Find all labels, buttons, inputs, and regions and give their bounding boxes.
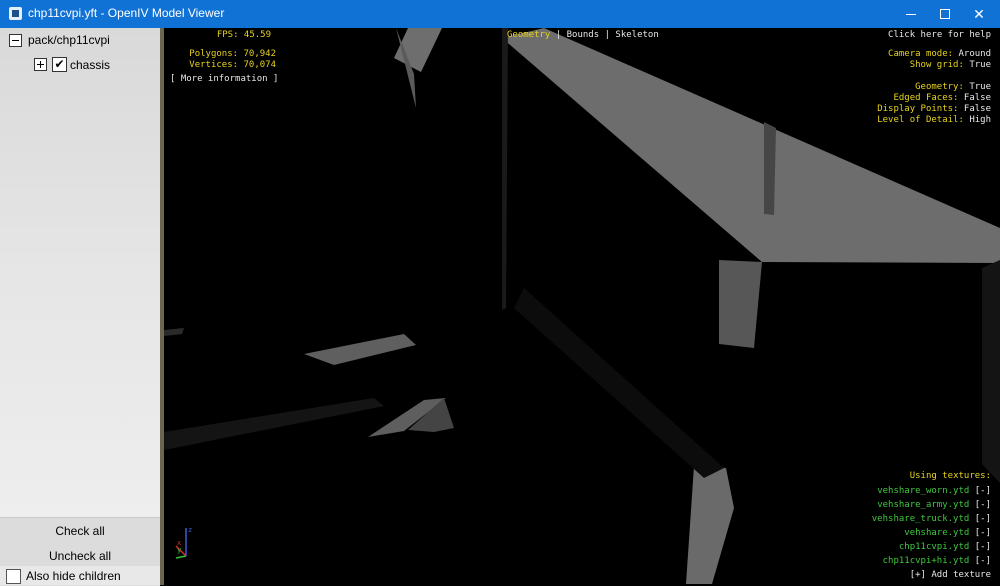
mesh-face bbox=[764, 122, 776, 215]
mesh-face bbox=[719, 260, 762, 348]
svg-text:z: z bbox=[188, 526, 192, 534]
mesh-face bbox=[304, 334, 416, 365]
level-of-detail-label: Level of Detail: bbox=[877, 115, 964, 125]
texture-item: chp11cvpi+hi.ytd [-] bbox=[764, 556, 991, 566]
tab-separator: | bbox=[604, 30, 610, 40]
more-information-link[interactable]: [ More information ] bbox=[170, 74, 278, 84]
help-link[interactable]: Click here for help bbox=[764, 30, 991, 40]
maximize-button[interactable] bbox=[928, 0, 962, 28]
remove-texture-button[interactable]: [-] bbox=[975, 486, 991, 496]
edged-faces-value[interactable]: False bbox=[964, 93, 991, 103]
edged-faces-setting[interactable]: Edged Faces: False bbox=[764, 93, 991, 103]
texture-item: vehshare_truck.ytd [-] bbox=[764, 514, 991, 524]
view-mode-tabs: Geometry | Bounds | Skeleton bbox=[507, 30, 659, 40]
texture-name: vehshare_worn.ytd bbox=[877, 486, 970, 496]
mesh-face bbox=[514, 288, 724, 478]
texture-name: vehshare_truck.ytd bbox=[871, 514, 970, 524]
display-points-label: Display Points: bbox=[877, 104, 959, 114]
window-title-bar[interactable]: chp11cvpi.yft - OpenIV Model Viewer ✕ bbox=[0, 0, 1000, 28]
mesh-face bbox=[164, 328, 184, 336]
remove-texture-button[interactable]: [-] bbox=[975, 542, 991, 552]
tab-skeleton[interactable]: Skeleton bbox=[615, 30, 658, 40]
texture-name: vehshare_army.ytd bbox=[877, 500, 970, 510]
vertices-readout: Vertices: 70,074 bbox=[189, 60, 276, 70]
texture-item: vehshare_worn.ytd [-] bbox=[764, 486, 991, 496]
texture-name: vehshare.ytd bbox=[904, 528, 970, 538]
edged-faces-label: Edged Faces: bbox=[893, 93, 959, 103]
mesh-face bbox=[164, 398, 384, 450]
texture-item: chp11cvpi.ytd [-] bbox=[764, 542, 991, 552]
mesh-face bbox=[686, 466, 734, 584]
mesh-face bbox=[394, 28, 442, 72]
camera-mode-setting[interactable]: Camera mode: Around bbox=[764, 49, 991, 59]
display-points-setting[interactable]: Display Points: False bbox=[764, 104, 991, 114]
also-hide-children-checkbox[interactable] bbox=[6, 569, 21, 584]
close-button[interactable]: ✕ bbox=[962, 0, 996, 28]
window-title: chp11cvpi.yft - OpenIV Model Viewer bbox=[28, 6, 225, 20]
level-of-detail-setting[interactable]: Level of Detail: High bbox=[764, 115, 991, 125]
texture-item: vehshare_army.ytd [-] bbox=[764, 500, 991, 510]
axis-gizmo: z x y bbox=[175, 526, 192, 559]
check-all-button[interactable]: Check all bbox=[0, 524, 160, 538]
geometry-value[interactable]: True bbox=[969, 82, 991, 92]
texture-item: vehshare.ytd [-] bbox=[764, 528, 991, 538]
show-grid-label: Show grid: bbox=[909, 60, 964, 70]
textures-heading: Using textures: bbox=[909, 471, 991, 481]
uncheck-all-button[interactable]: Uncheck all bbox=[0, 549, 160, 563]
chassis-visibility-checkbox[interactable]: ✔ bbox=[52, 57, 67, 72]
also-hide-children-label: Also hide children bbox=[26, 569, 121, 583]
remove-texture-button[interactable]: [-] bbox=[975, 514, 991, 524]
also-hide-children-option[interactable]: Also hide children bbox=[0, 566, 160, 585]
add-texture-button[interactable]: [+] Add texture bbox=[764, 570, 991, 580]
mesh-edge bbox=[502, 28, 508, 310]
remove-texture-button[interactable]: [-] bbox=[975, 500, 991, 510]
display-points-value[interactable]: False bbox=[964, 104, 991, 114]
camera-mode-value[interactable]: Around bbox=[958, 49, 991, 59]
show-grid-value[interactable]: True bbox=[969, 60, 991, 70]
svg-text:y: y bbox=[177, 546, 181, 554]
camera-mode-label: Camera mode: bbox=[888, 49, 954, 59]
texture-name: chp11cvpi+hi.ytd bbox=[882, 556, 970, 566]
model-tree-panel: pack/chp11cvpi ✔ chassis bbox=[0, 28, 160, 585]
tab-bounds[interactable]: Bounds bbox=[567, 30, 600, 40]
collapse-icon[interactable] bbox=[9, 34, 22, 47]
minimize-button[interactable] bbox=[894, 0, 928, 28]
polygons-readout: Polygons: 70,942 bbox=[189, 49, 276, 59]
remove-texture-button[interactable]: [-] bbox=[975, 528, 991, 538]
app-icon bbox=[9, 7, 22, 20]
geometry-label: Geometry: bbox=[915, 82, 964, 92]
tab-geometry[interactable]: Geometry bbox=[507, 30, 550, 40]
level-of-detail-value[interactable]: High bbox=[969, 115, 991, 125]
model-viewport[interactable]: z x y FPS: 45.59 Polygons: 70,942 Vertic… bbox=[164, 28, 1000, 585]
geometry-setting[interactable]: Geometry: True bbox=[764, 82, 991, 92]
tree-node-chassis-label: chassis bbox=[70, 58, 111, 72]
expand-icon[interactable] bbox=[34, 58, 47, 71]
fps-readout: FPS: 45.59 bbox=[216, 30, 271, 40]
tab-separator: | bbox=[555, 30, 562, 40]
close-icon: ✕ bbox=[973, 6, 985, 22]
checkmark-icon: ✔ bbox=[54, 57, 65, 71]
tree-node-root-label: pack/chp11cvpi bbox=[28, 33, 110, 47]
show-grid-setting[interactable]: Show grid: True bbox=[764, 60, 991, 70]
texture-name: chp11cvpi.ytd bbox=[898, 542, 970, 552]
remove-texture-button[interactable]: [-] bbox=[975, 556, 991, 566]
mesh-face bbox=[982, 260, 1000, 483]
